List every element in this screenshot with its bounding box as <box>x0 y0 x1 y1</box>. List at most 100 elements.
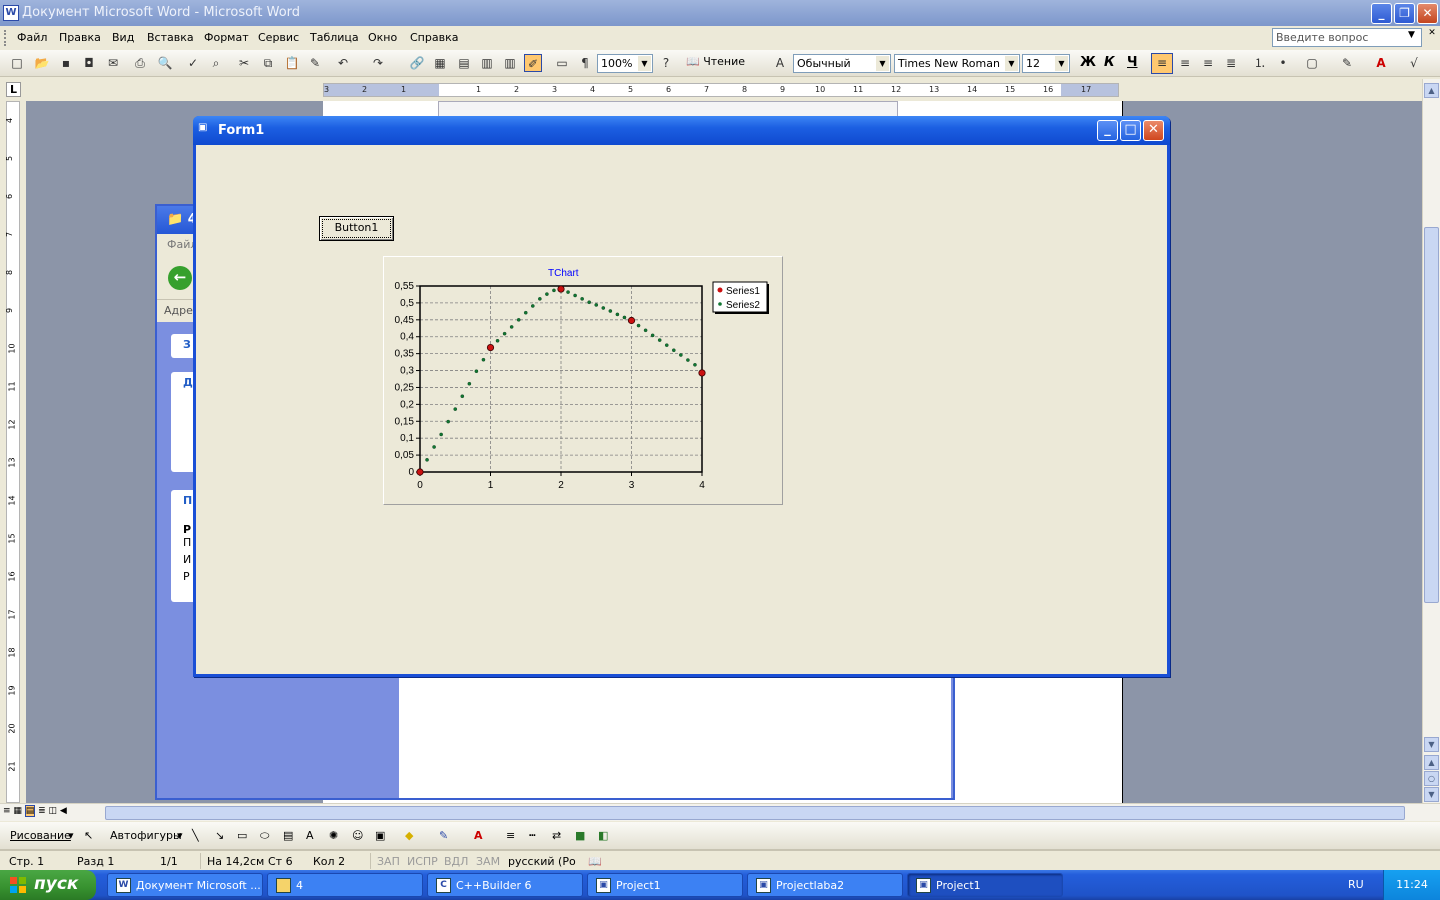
font-color-icon[interactable]: A <box>1372 54 1390 72</box>
wordart-icon[interactable]: A <box>306 829 314 842</box>
menu-format[interactable]: Формат <box>204 31 249 44</box>
font-color-icon[interactable]: A <box>474 829 483 842</box>
insert-table-icon[interactable]: ▤ <box>455 54 473 72</box>
columns-icon[interactable]: ▥ <box>501 54 519 72</box>
numbering-icon[interactable]: ⒈ <box>1251 54 1269 72</box>
drawing-menu-button[interactable]: Рисование <box>10 829 71 842</box>
cut-icon[interactable]: ✂ <box>235 54 253 72</box>
form1-minimize-button[interactable]: _ <box>1097 120 1118 141</box>
menu-window[interactable]: Окно <box>368 31 397 44</box>
form1-window[interactable]: ▣ Form1 _ □ ✕ Button1 TChart 0 0,05 0,1 0,1… <box>193 116 1170 677</box>
spelling-status-icon[interactable]: 📖 <box>588 855 602 868</box>
redo-icon[interactable]: ↷ <box>369 54 387 72</box>
horizontal-scroll-thumb[interactable] <box>105 806 1405 820</box>
restore-button[interactable]: ❐ <box>1394 3 1415 24</box>
oval-icon[interactable]: ⬭ <box>260 829 269 843</box>
tab-selector[interactable]: L <box>6 82 21 97</box>
taskbar-item-word[interactable]: W Документ Microsoft ... <box>107 873 263 897</box>
bullets-icon[interactable]: • <box>1274 54 1292 72</box>
menu-edit[interactable]: Правка <box>59 31 101 44</box>
format-painter-icon[interactable]: ✎ <box>306 54 324 72</box>
menu-file[interactable]: Файл <box>17 31 47 44</box>
menu-help[interactable]: Справка <box>410 31 458 44</box>
select-browse-object-icon[interactable]: ○ <box>1424 771 1439 786</box>
explorer-content-area[interactable] <box>399 678 951 798</box>
line-icon[interactable]: ╲ <box>192 829 199 842</box>
3d-style-icon[interactable]: ◧ <box>598 829 608 842</box>
menu-view[interactable]: Вид <box>112 31 134 44</box>
ruler-strip[interactable] <box>6 101 20 803</box>
minimize-button[interactable]: _ <box>1371 3 1392 24</box>
autoshapes-menu-button[interactable]: Автофигуры <box>110 829 182 842</box>
close-button[interactable]: ✕ <box>1417 3 1438 24</box>
scroll-down-icon[interactable]: ▼ <box>1424 737 1439 752</box>
status-language[interactable]: русский (Ро <box>508 855 576 868</box>
help-icon[interactable]: ? <box>657 54 675 72</box>
start-button[interactable]: пуск <box>0 870 96 900</box>
spelling-icon[interactable]: ✓ <box>184 54 202 72</box>
form1-title-bar[interactable]: ▣ Form1 _ □ ✕ <box>193 116 1170 145</box>
document-map-icon[interactable]: ▭ <box>553 54 571 72</box>
button1[interactable]: Button1 <box>319 216 394 241</box>
chevron-down-icon[interactable]: ▼ <box>1408 30 1415 40</box>
taskbar-item-cbuilder[interactable]: C C++Builder 6 <box>427 873 583 897</box>
scroll-thumb[interactable] <box>1424 227 1439 603</box>
font-select[interactable]: Times New Roman ▼ <box>894 54 1020 73</box>
chevron-down-icon[interactable]: ▼ <box>638 56 651 71</box>
toolbar-grip[interactable] <box>4 30 7 46</box>
underline-button[interactable]: Ч <box>1127 55 1138 70</box>
align-right-icon[interactable]: ≡ <box>1199 54 1217 72</box>
chevron-down-icon[interactable]: ▼ <box>1055 56 1068 71</box>
arrow-icon[interactable]: ↘ <box>215 829 224 842</box>
styles-pane-icon[interactable]: A <box>771 54 789 72</box>
diagram-icon[interactable]: ✺ <box>329 829 338 842</box>
form1-maximize-button[interactable]: □ <box>1120 120 1141 141</box>
ruler-strip[interactable]: 3 2 1 1 2 3 4 5 6 7 8 9 10 11 12 13 14 1… <box>323 83 1119 97</box>
open-folder-icon[interactable]: 📂 <box>33 54 51 72</box>
align-center-icon[interactable]: ≡ <box>1176 54 1194 72</box>
fill-color-icon[interactable]: ◆ <box>405 829 413 842</box>
style-select[interactable]: Обычный ▼ <box>793 54 891 73</box>
dash-style-icon[interactable]: ┅ <box>529 829 536 842</box>
justify-icon[interactable]: ≣ <box>1222 54 1240 72</box>
equation-icon[interactable]: √ <box>1405 54 1423 72</box>
rectangle-icon[interactable]: ▭ <box>237 829 247 842</box>
arrow-style-icon[interactable]: ⇄ <box>552 829 561 842</box>
zoom-select[interactable]: 100% ▼ <box>597 54 653 73</box>
chevron-down-icon[interactable]: ▼ <box>1005 56 1018 71</box>
ask-question-input[interactable]: Введите вопрос <box>1272 28 1422 47</box>
taskbar-item-projectlaba2[interactable]: ▣ Projectlaba2 <box>747 873 903 897</box>
horizontal-scrollbar[interactable]: ≡ ▦ ▤ ≣ ◫ ◀ <box>0 803 1440 821</box>
paste-icon[interactable]: 📋 <box>283 54 301 72</box>
horizontal-ruler[interactable]: L 3 2 1 1 2 3 4 5 6 7 8 9 10 11 12 13 14… <box>0 79 1440 101</box>
tchart-panel[interactable]: TChart 0 0,05 0,1 0,15 0,2 0,25 0,3 0,35 0,4 0,45… <box>383 256 783 505</box>
print-icon[interactable]: ⎙ <box>131 54 149 72</box>
permission-icon[interactable]: ◘ <box>80 54 98 72</box>
view-buttons[interactable]: ≡ ▦ ▤ ≣ ◫ ◀ <box>3 805 67 817</box>
previous-page-icon[interactable]: ▲ <box>1424 755 1439 770</box>
hyperlink-icon[interactable]: 🔗 <box>408 54 426 72</box>
font-size-select[interactable]: 12 ▼ <box>1022 54 1070 73</box>
clip-art-icon[interactable]: ☺ <box>352 829 363 842</box>
chevron-down-icon[interactable]: ▾ <box>68 829 74 842</box>
taskbar-item-folder[interactable]: 4 <box>267 873 423 897</box>
undo-icon[interactable]: ↶ <box>334 54 352 72</box>
new-document-icon[interactable]: □ <box>8 54 26 72</box>
pilcrow-icon[interactable]: ¶ <box>576 54 594 72</box>
word-title-bar[interactable]: W Документ Microsoft Word - Microsoft Wo… <box>0 0 1440 26</box>
menu-insert[interactable]: Вставка <box>147 31 194 44</box>
menu-table[interactable]: Таблица <box>310 31 359 44</box>
line-style-icon[interactable]: ≡ <box>506 829 515 842</box>
vertical-ruler[interactable]: 4 5 6 7 8 9 10 11 12 13 14 15 16 17 18 1… <box>0 101 26 803</box>
print-preview-icon[interactable]: 🔍 <box>156 54 174 72</box>
bold-button[interactable]: Ж <box>1080 55 1096 70</box>
borders-icon[interactable]: ▢ <box>1303 54 1321 72</box>
italic-button[interactable]: К <box>1104 55 1115 70</box>
email-icon[interactable]: ✉ <box>104 54 122 72</box>
line-color-icon[interactable]: ✎ <box>439 829 448 842</box>
status-extend[interactable]: ВДЛ <box>444 855 468 868</box>
next-page-icon[interactable]: ▼ <box>1424 787 1439 802</box>
status-track-changes[interactable]: ИСПР <box>407 855 438 868</box>
language-indicator[interactable]: RU <box>1348 878 1364 891</box>
status-record[interactable]: ЗАП <box>377 855 400 868</box>
